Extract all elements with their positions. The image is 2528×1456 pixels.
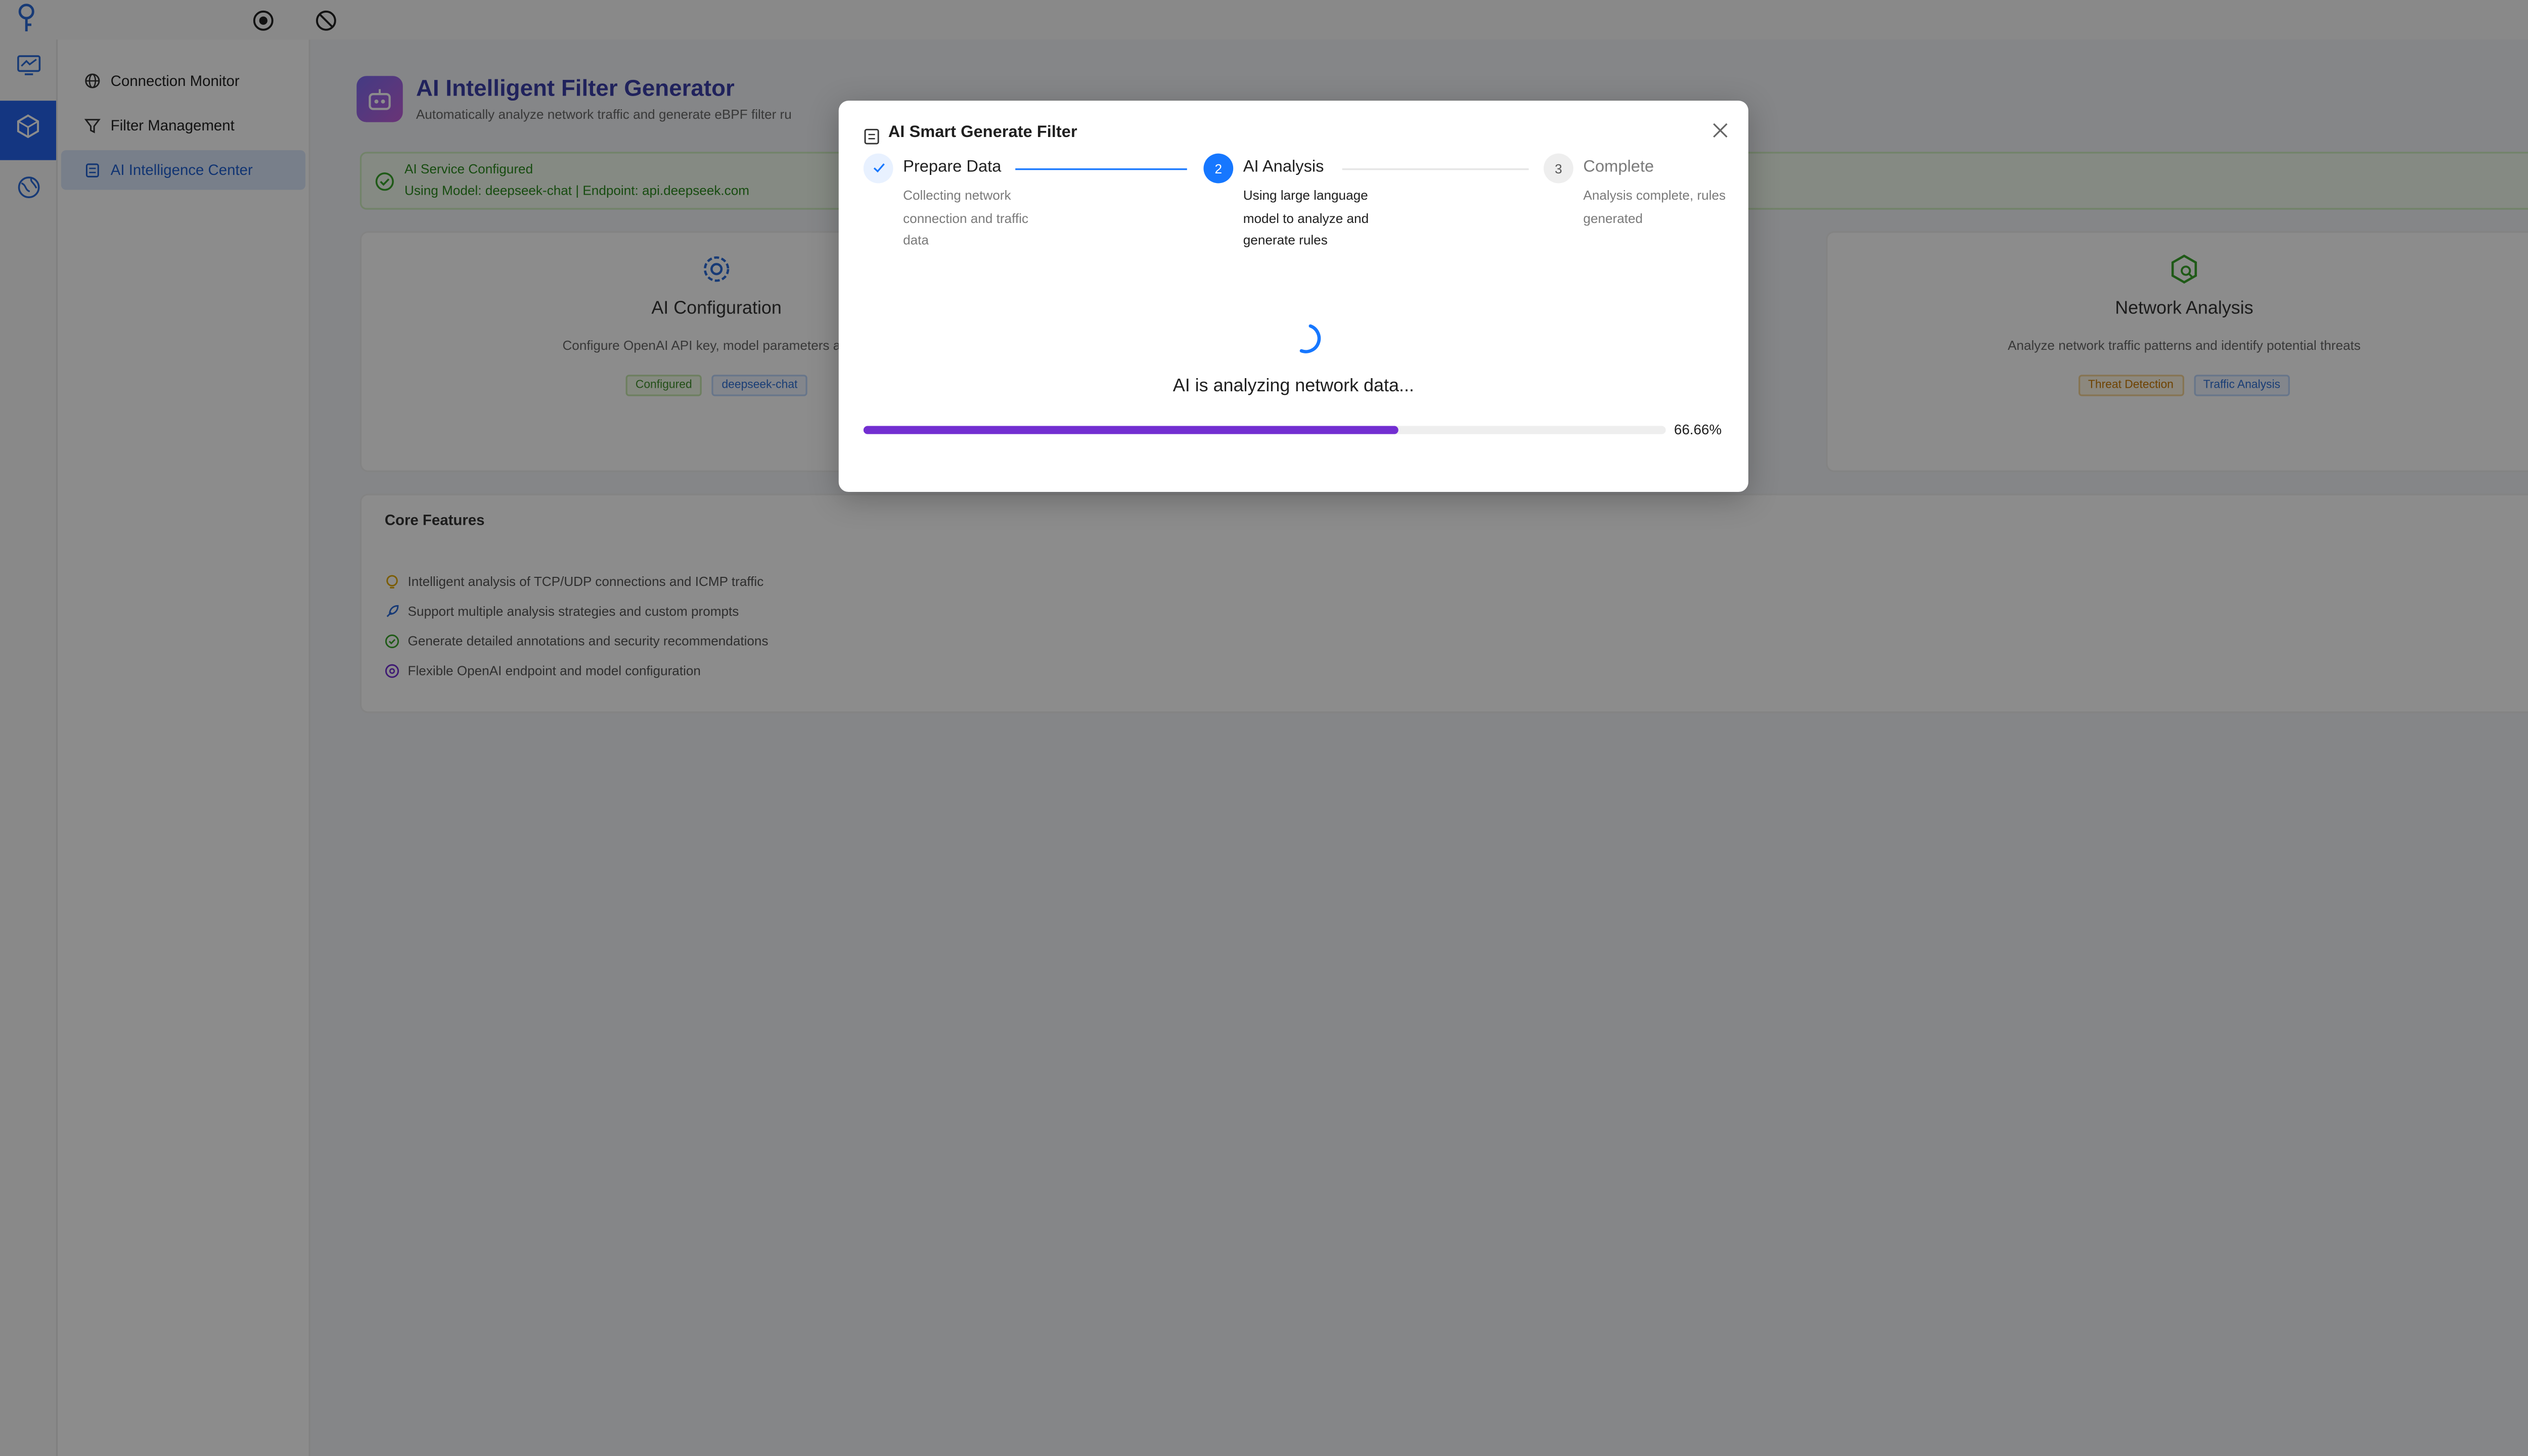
step-1-description: Collecting network connection and traffi… [903, 188, 1028, 248]
loading-spinner-icon [1288, 320, 1324, 365]
step-connector [1342, 168, 1529, 170]
step-2-title: AI Analysis [1243, 158, 1324, 177]
progress-bar-fill [863, 426, 1398, 434]
step-3-description: Analysis complete, rules generated [1583, 188, 1726, 225]
close-icon[interactable] [1710, 119, 1730, 139]
step-1-title: Prepare Data [903, 158, 1002, 177]
progress-percent: 66.66% [1674, 421, 1722, 438]
modal-title: AI Smart Generate Filter [888, 123, 1077, 142]
analysis-status-text: AI is analyzing network data... [1172, 376, 1414, 396]
ai-generate-modal: AI Smart Generate Filter Prepare Data Co… [838, 101, 1748, 492]
step-connector [1015, 168, 1187, 170]
robot-icon [864, 124, 880, 145]
step-2-indicator: 2 [1203, 153, 1234, 184]
progress-bar [863, 426, 1666, 434]
step-2-description: Using large language model to analyze an… [1243, 188, 1369, 248]
step-1-indicator [863, 153, 893, 184]
step-3-indicator: 3 [1544, 153, 1573, 184]
step-3-title: Complete [1583, 158, 1654, 177]
check-icon [871, 159, 885, 177]
